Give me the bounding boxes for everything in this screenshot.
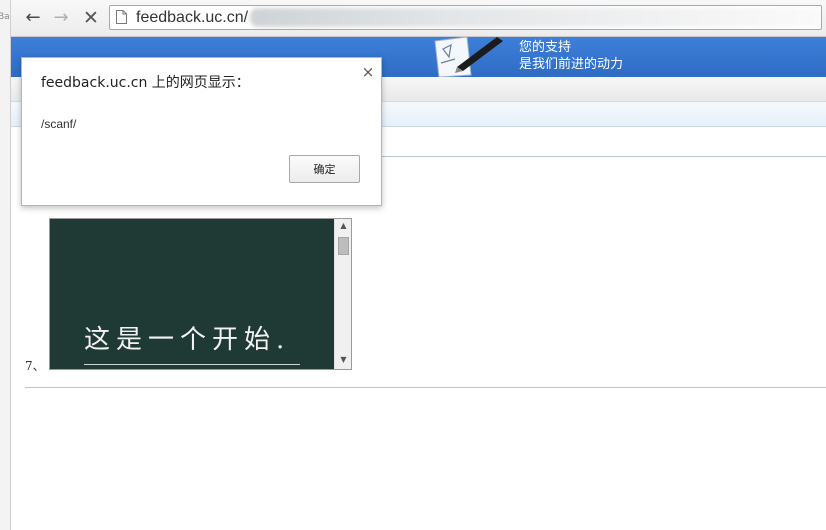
dialog-title: feedback.uc.cn 上的网页显示： [41, 75, 250, 91]
arrow-left-icon: ← [25, 7, 41, 28]
forward-button[interactable]: → [49, 6, 73, 30]
item-number: 7、 [25, 359, 45, 373]
back-button[interactable]: ← [21, 6, 45, 30]
arrow-right-icon: → [53, 7, 69, 28]
url-text: feedback.uc.cn/ [136, 9, 249, 26]
scroll-down-icon[interactable]: ▼ [335, 355, 351, 364]
slogan-line-2: 是我们前进的动力 [519, 57, 624, 72]
banner-slogan: 您的支持 是我们前进的动力 [519, 39, 623, 73]
close-icon: ✕ [83, 7, 99, 29]
page-icon [116, 10, 127, 24]
slide-image: 这是一个开始. [50, 219, 334, 369]
slogan-line-1: 您的支持 [519, 40, 572, 55]
dialog-message: /scanf/ [41, 117, 77, 131]
stop-button[interactable]: ✕ [79, 6, 103, 30]
close-icon[interactable]: × [360, 64, 376, 80]
scroll-thumb[interactable] [338, 237, 349, 255]
slide-underline [84, 364, 300, 365]
url-redacted [250, 8, 821, 27]
browser-toolbar: ← → ✕ feedback.uc.cn/ [11, 0, 826, 37]
alert-dialog: feedback.uc.cn 上的网页显示： × /scanf/ 确定 [21, 57, 382, 206]
ok-button[interactable]: 确定 [289, 155, 360, 183]
slide-text: 这是一个开始. [84, 325, 291, 355]
left-edge-text: Ba [0, 12, 10, 22]
vertical-scrollbar[interactable]: ▲ ▼ [334, 219, 351, 369]
divider [25, 387, 826, 388]
address-bar[interactable]: feedback.uc.cn/ [109, 5, 822, 30]
scroll-up-icon[interactable]: ▲ [335, 221, 351, 230]
feedback-pen-icon [434, 37, 503, 77]
embedded-frame[interactable]: 这是一个开始. ▲ ▼ [49, 218, 352, 370]
window-left-edge: Ba [0, 0, 11, 530]
